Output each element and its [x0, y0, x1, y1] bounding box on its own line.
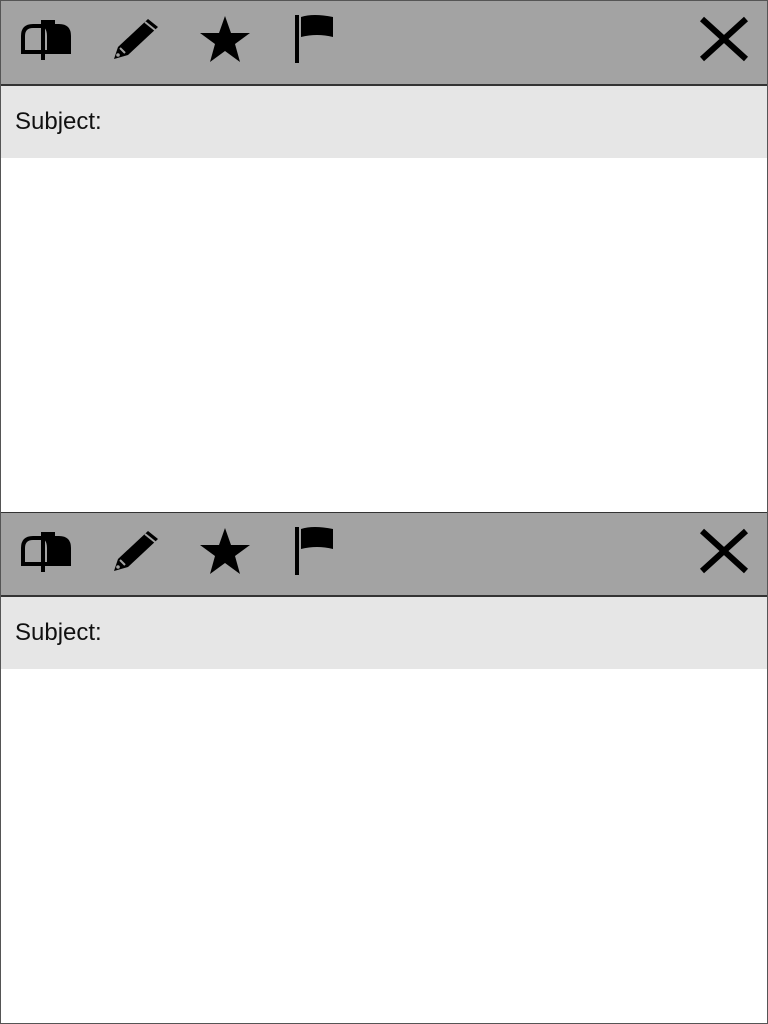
close-icon[interactable]: [696, 523, 752, 579]
subject-field[interactable]: Subject:: [1, 597, 767, 669]
mailbox-icon[interactable]: [18, 523, 74, 579]
message-panel: Subject:: [0, 512, 768, 1024]
subject-label: Subject:: [15, 108, 102, 135]
message-toolbar: [1, 512, 767, 597]
pencil-icon[interactable]: [107, 11, 163, 67]
star-icon[interactable]: [197, 11, 253, 67]
message-panel: Subject:: [0, 0, 768, 512]
subject-field[interactable]: Subject:: [1, 86, 767, 158]
close-icon[interactable]: [696, 11, 752, 67]
subject-label: Subject:: [15, 619, 102, 646]
mailbox-icon[interactable]: [18, 11, 74, 67]
message-body[interactable]: [1, 158, 767, 512]
message-body[interactable]: [1, 669, 767, 1023]
message-toolbar: [1, 1, 767, 86]
flag-icon[interactable]: [287, 523, 343, 579]
pencil-icon[interactable]: [107, 523, 163, 579]
star-icon[interactable]: [197, 523, 253, 579]
flag-icon[interactable]: [287, 11, 343, 67]
